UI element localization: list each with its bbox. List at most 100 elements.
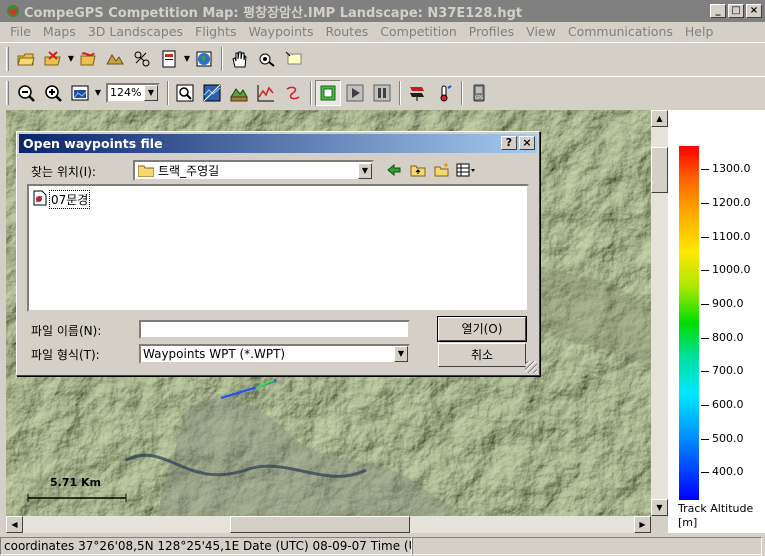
menu-flights[interactable]: Flights [189, 24, 242, 39]
folder-icon [137, 165, 155, 177]
title-bar: CompeGPS Competition Map: 평창장암산.IMP Land… [0, 0, 765, 22]
altitude-color-scale [679, 146, 699, 500]
filetype-label: 파일 형식(T): [31, 348, 100, 362]
resize-grip[interactable] [525, 361, 537, 373]
menu-maps[interactable]: Maps [37, 24, 82, 39]
maximize-button[interactable]: □ [728, 4, 744, 18]
start-button-icon[interactable] [315, 79, 341, 106]
dialog-title-bar: Open waypoints file ? × [19, 134, 537, 153]
close-button[interactable]: × [746, 4, 762, 18]
menu-routes[interactable]: Routes [319, 24, 374, 39]
legend-title: Track Altitude [678, 502, 754, 515]
filename-input[interactable] [139, 320, 410, 339]
track-icon[interactable] [280, 80, 306, 106]
status-bar: coordinates 37°26'08,5N 128°25'45,1E Dat… [0, 536, 765, 556]
thermometer-icon[interactable] [431, 80, 457, 106]
toolbar-grip-2[interactable] [6, 80, 9, 105]
altitude-legend: 1300.0 1200.0 1100.0 1000.0 900.0 800.0 … [668, 110, 765, 533]
open-map-icon[interactable] [13, 46, 39, 72]
legend-tick: 500.0 [701, 432, 744, 445]
up-folder-icon[interactable] [408, 161, 428, 179]
file-list[interactable]: 07문경 [27, 184, 529, 312]
open-flight-icon[interactable] [40, 46, 66, 72]
filetype-dropdown-icon[interactable]: ▼ [394, 346, 408, 362]
legend-tick: 1000.0 [701, 263, 751, 276]
landscape-3d-icon[interactable] [226, 80, 252, 106]
open-waypoints-dialog: Open waypoints file ? × 찾는 위치(I): 트랙_주영길… [16, 131, 540, 376]
menu-bar: File Maps 3D Landscapes Flights Waypoint… [0, 22, 765, 40]
dialog-title: Open waypoints file [23, 136, 163, 151]
window-title: CompeGPS Competition Map: 평창장암산.IMP Land… [24, 5, 523, 21]
globe-icon[interactable] [191, 46, 217, 72]
filetype-select[interactable]: Waypoints WPT (*.WPT) ▼ [139, 344, 410, 364]
scroll-down-icon[interactable]: ▼ [651, 499, 668, 516]
file-name: 07문경 [49, 190, 91, 209]
menu-file[interactable]: File [4, 24, 37, 39]
altitude-graph-icon[interactable] [253, 80, 279, 106]
gps-device-icon[interactable]: GPS [466, 80, 492, 106]
new-folder-icon[interactable] [432, 161, 452, 179]
menu-3d-landscapes[interactable]: 3D Landscapes [82, 24, 189, 39]
play-icon[interactable] [342, 80, 368, 106]
status-pane-empty [412, 537, 762, 555]
menu-waypoints[interactable]: Waypoints [242, 24, 319, 39]
menu-competition[interactable]: Competition [374, 24, 463, 39]
record-track-icon[interactable] [404, 80, 430, 106]
cancel-button[interactable]: 취소 [438, 343, 526, 367]
map-horizontal-scrollbar[interactable]: ◀ ▶ [6, 516, 651, 533]
document-dropdown-icon[interactable]: ▼ [183, 54, 191, 63]
zoom-dropdown-icon[interactable]: ▼ [144, 84, 158, 101]
map-view-dropdown-icon[interactable]: ▼ [94, 88, 102, 97]
pan-hand-icon[interactable] [226, 46, 252, 72]
legend-unit: [m] [678, 516, 698, 529]
look-in-value: 트랙_주영길 [158, 164, 220, 178]
legend-tick: 1300.0 [701, 162, 751, 175]
legend-tick: 900.0 [701, 297, 744, 310]
horizontal-scroll-thumb[interactable] [230, 516, 410, 533]
waypoint-tool-icon[interactable] [129, 46, 155, 72]
filetype-value: Waypoints WPT (*.WPT) [143, 347, 286, 361]
open-landscape-icon[interactable] [102, 46, 128, 72]
legend-tick: 700.0 [701, 364, 744, 377]
zoom-select[interactable]: 124% ▼ [106, 82, 160, 103]
menu-help[interactable]: Help [679, 24, 720, 39]
legend-tick: 800.0 [701, 331, 744, 344]
menu-profiles[interactable]: Profiles [463, 24, 520, 39]
note-tool-icon[interactable] [280, 46, 306, 72]
measure-tool-icon[interactable] [253, 46, 279, 72]
scroll-up-icon[interactable]: ▲ [651, 110, 668, 127]
back-arrow-icon[interactable] [384, 161, 404, 179]
map-scale-label: 5.71 Km [50, 476, 101, 489]
open-route-icon[interactable] [75, 46, 101, 72]
view-toolbar: ▼ 124% ▼ GPS [0, 76, 765, 108]
pause-icon[interactable] [369, 80, 395, 106]
dialog-close-button[interactable]: × [519, 136, 535, 150]
minimize-button[interactable]: _ [710, 4, 726, 18]
zoom-window-icon[interactable] [172, 80, 198, 106]
look-in-select[interactable]: 트랙_주영길 ▼ [133, 160, 374, 181]
status-coordinates: coordinates 37°26'08,5N 128°25'45,1E Dat… [0, 537, 412, 555]
map-vertical-scrollbar[interactable]: ▲ ▼ [651, 110, 668, 516]
view-menu-icon[interactable] [456, 161, 476, 179]
menu-view[interactable]: View [520, 24, 562, 39]
waypoint-file-icon [33, 190, 47, 209]
vertical-scroll-thumb[interactable] [651, 147, 668, 193]
open-flight-dropdown-icon[interactable]: ▼ [67, 54, 75, 63]
scrollbar-corner [651, 516, 668, 533]
zoom-in-icon[interactable] [40, 80, 66, 106]
compegps-app-icon[interactable] [5, 3, 21, 19]
main-toolbar: ▼ ▼ [0, 42, 765, 74]
document-icon[interactable] [156, 46, 182, 72]
svg-text:GPS: GPS [475, 95, 484, 100]
file-item[interactable]: 07문경 [33, 190, 91, 209]
open-button[interactable]: 열기(O) [437, 316, 527, 342]
menu-communications[interactable]: Communications [562, 24, 679, 39]
scroll-left-icon[interactable]: ◀ [6, 516, 23, 533]
look-in-dropdown-icon[interactable]: ▼ [358, 162, 372, 179]
dialog-help-button[interactable]: ? [501, 136, 517, 150]
map-layer-icon[interactable] [199, 80, 225, 106]
zoom-out-icon[interactable] [13, 80, 39, 106]
map-view-icon[interactable] [67, 80, 93, 106]
scroll-right-icon[interactable]: ▶ [634, 516, 651, 533]
toolbar-grip[interactable] [6, 46, 9, 71]
